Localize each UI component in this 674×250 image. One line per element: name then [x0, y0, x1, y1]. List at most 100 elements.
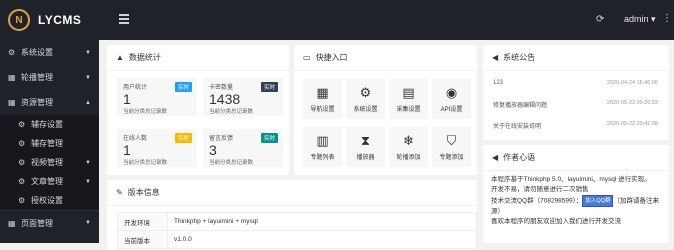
quick-nav-settings[interactable]: ▦ 导航设置: [303, 79, 342, 119]
stat-desc: 当前分类总记录数: [209, 109, 254, 115]
realtime-badge: 实时: [174, 133, 192, 143]
quick-label: 专题添加: [439, 154, 464, 161]
more-vertical-icon[interactable]: ⋮: [662, 13, 672, 24]
chevron-down-icon: ▼: [85, 159, 91, 166]
qq-group-text: 技术交流QQ群（708298599）：: [491, 197, 583, 205]
notice-text: 关于在线安装说明: [493, 124, 542, 130]
quick-label: 轮播添加: [396, 154, 421, 161]
quick-label: 采集设置: [396, 106, 421, 113]
quick-carousel-add[interactable]: ❄ 轮播添加: [389, 127, 428, 167]
sidebar: ⚙ 系统设置 ▼ ▦ 轮播管理 ▼ ▦ 资源管理 ▲ ⚙ 辅存设置 ⚙ 辅存管理…: [0, 40, 99, 243]
sidebar-submenu: ⚙ 辅存设置 ⚙ 辅存管理 ⚙ 视频管理 ▼ ⚙ 文章管理 ▼ ⚙ 授权设置: [0, 115, 99, 210]
notice-header: ◀ 系统公告: [483, 45, 669, 71]
sidebar-item-label: 轮播管理: [21, 73, 53, 82]
fire-icon: ✎: [116, 188, 123, 197]
chevron-up-icon: ▲: [85, 99, 91, 106]
file-icon: ▤: [402, 84, 415, 100]
sidebar-subitem-cache-settings[interactable]: ⚙ 辅存设置: [0, 115, 99, 134]
sidebar-subitem-article-manage[interactable]: ⚙ 文章管理 ▼: [0, 172, 99, 191]
notice-text: 修复播放器编辑问题: [493, 103, 548, 109]
version-key: 开发环境: [117, 212, 168, 231]
notice-title: 系统公告: [503, 53, 536, 62]
grid-icon: ▦: [8, 218, 16, 228]
sidebar-subitem-cache-manage[interactable]: ⚙ 辅存管理: [0, 134, 99, 153]
grid-icon: ▦: [316, 84, 329, 100]
quick-collect-settings[interactable]: ▤ 采集设置: [389, 79, 428, 119]
quick-entry-card: ▭ 快捷入口 ▦ 导航设置 ⚙ 系统设置 ▤ 采集设置 ◉ API设置 ▥ 专题…: [294, 45, 477, 175]
grid-icon: ▦: [8, 98, 16, 107]
logo-mark-icon: N: [8, 9, 30, 31]
chevron-down-icon: ▼: [85, 220, 91, 226]
sidebar-subitem-auth-settings[interactable]: ⚙ 授权设置: [0, 191, 99, 210]
stats-card-header: ▲ 数据统计: [107, 45, 289, 71]
sidebar-subitem-label: 视频管理: [31, 158, 63, 167]
author-line: 喜欢本程序的朋友欢迎加入我们进行开发交流: [491, 218, 621, 225]
author-line: 本程序基于Thinkphp 5.0、layuimini、mysql 进行实现。: [491, 176, 651, 183]
bullhorn-icon: ◀: [492, 153, 499, 162]
top-bar: N LYCMS ⟳ admin ▾ ⋮: [0, 0, 674, 40]
stats-title: 数据统计: [128, 53, 161, 62]
shield-icon: ⛉: [446, 132, 457, 148]
sidebar-item-resources[interactable]: ▦ 资源管理 ▲: [0, 90, 99, 115]
gear-icon: ⚙: [8, 48, 16, 57]
sidebar-subitem-video-manage[interactable]: ⚙ 视频管理 ▼: [0, 153, 99, 172]
user-menu[interactable]: admin ▾: [624, 14, 656, 25]
notice-text: 123: [493, 80, 504, 86]
main-content: ▲ 数据统计 用户统计 1 当前分类总记录数 实时 卡密数量 1438 当前分类…: [99, 40, 674, 250]
sidebar-item-label: 页面管理: [21, 218, 53, 228]
stat-desc: 当前分类总记录数: [123, 160, 168, 166]
quick-api-settings[interactable]: ◉ API设置: [432, 79, 471, 119]
quick-label: API设置: [440, 106, 463, 113]
notice-card: ◀ 系统公告 123 2020-04-24 15:46:06 修复播放器编辑问题…: [483, 45, 669, 140]
quick-entry-header: ▭ 快捷入口: [294, 45, 477, 71]
notice-item[interactable]: 关于在线安装说明 2020-05-22 09:42:08: [493, 121, 658, 130]
chevron-down-icon: ▼: [85, 74, 91, 81]
quick-topic-add[interactable]: ⛉ 专题添加: [432, 127, 471, 167]
version-value: v1.0.0: [167, 230, 477, 249]
author-header: ◀ 作者心语: [483, 145, 669, 171]
sidebar-item-pages[interactable]: ▦ 页面管理 ▼: [0, 210, 99, 235]
stat-cards: 卡密数量 1438 当前分类总记录数 实时: [203, 78, 283, 116]
table-row: 当前版本 v1.0.0: [117, 230, 477, 249]
version-table: 开发环境 Thinkphp + layuimini + mysql 当前版本 v…: [117, 212, 477, 249]
author-line: 技术交流QQ群（708298599）： 加入QQ群 （加群请备注来源）: [491, 195, 661, 217]
cog-icon: ⚙: [18, 158, 26, 167]
notice-time: 2020-04-24 15:46:06: [606, 80, 658, 86]
quick-label: 导航设置: [310, 106, 335, 113]
notice-item[interactable]: 123 2020-04-24 15:46:06: [493, 80, 658, 86]
stat-feedback: 留言反馈 3 当前分类总记录数 实时: [203, 129, 283, 167]
stat-value: 1438: [209, 91, 241, 107]
notice-time: 2020-05-22 09:42:08: [606, 121, 658, 127]
stat-desc: 当前分类总记录数: [123, 109, 168, 115]
menu-toggle-icon[interactable]: [119, 14, 129, 24]
logo[interactable]: N LYCMS: [0, 0, 105, 40]
stat-online: 在线人数 1 当前分类总记录数 实时: [117, 129, 197, 167]
realtime-badge: 实时: [174, 82, 192, 92]
join-qq-button[interactable]: 加入QQ群: [582, 195, 614, 207]
sidebar-subitem-label: 辅存设置: [31, 120, 63, 129]
version-value: Thinkphp + layuimini + mysql: [167, 212, 477, 231]
quick-system-settings[interactable]: ⚙ 系统设置: [346, 79, 385, 119]
quick-label: 专题列表: [310, 154, 335, 161]
sidebar-subitem-label: 授权设置: [31, 196, 63, 205]
cogs-icon: ⚙: [359, 84, 372, 100]
link-icon: ▭: [303, 53, 311, 62]
sidebar-item-carousel[interactable]: ▦ 轮播管理 ▼: [0, 65, 99, 90]
chevron-down-icon: ▼: [85, 178, 91, 185]
author-line: 开发不易，请勿随意进行二次销售: [491, 186, 589, 193]
stat-desc: 当前分类总记录数: [209, 160, 254, 166]
version-header: ✎ 版本信息: [107, 180, 477, 206]
sidebar-item-system-settings[interactable]: ⚙ 系统设置 ▼: [0, 40, 99, 65]
stat-value: 3: [209, 142, 217, 158]
author-title: 作者心语: [503, 153, 536, 162]
author-card: ◀ 作者心语 本程序基于Thinkphp 5.0、layuimini、mysql…: [483, 145, 669, 243]
quick-player[interactable]: ⧗ 播放器: [346, 127, 385, 167]
warning-icon: ▲: [116, 53, 124, 62]
cog-icon: ⚙: [18, 120, 26, 129]
refresh-icon[interactable]: ⟳: [596, 14, 604, 25]
logo-text: LYCMS: [38, 13, 82, 27]
quick-label: 系统设置: [353, 106, 378, 113]
notice-item[interactable]: 修复播放器编辑问题 2020-05-22 09:26:23: [493, 100, 658, 109]
hourglass-icon: ⧗: [360, 132, 371, 148]
quick-topic-list[interactable]: ▥ 专题列表: [303, 127, 342, 167]
